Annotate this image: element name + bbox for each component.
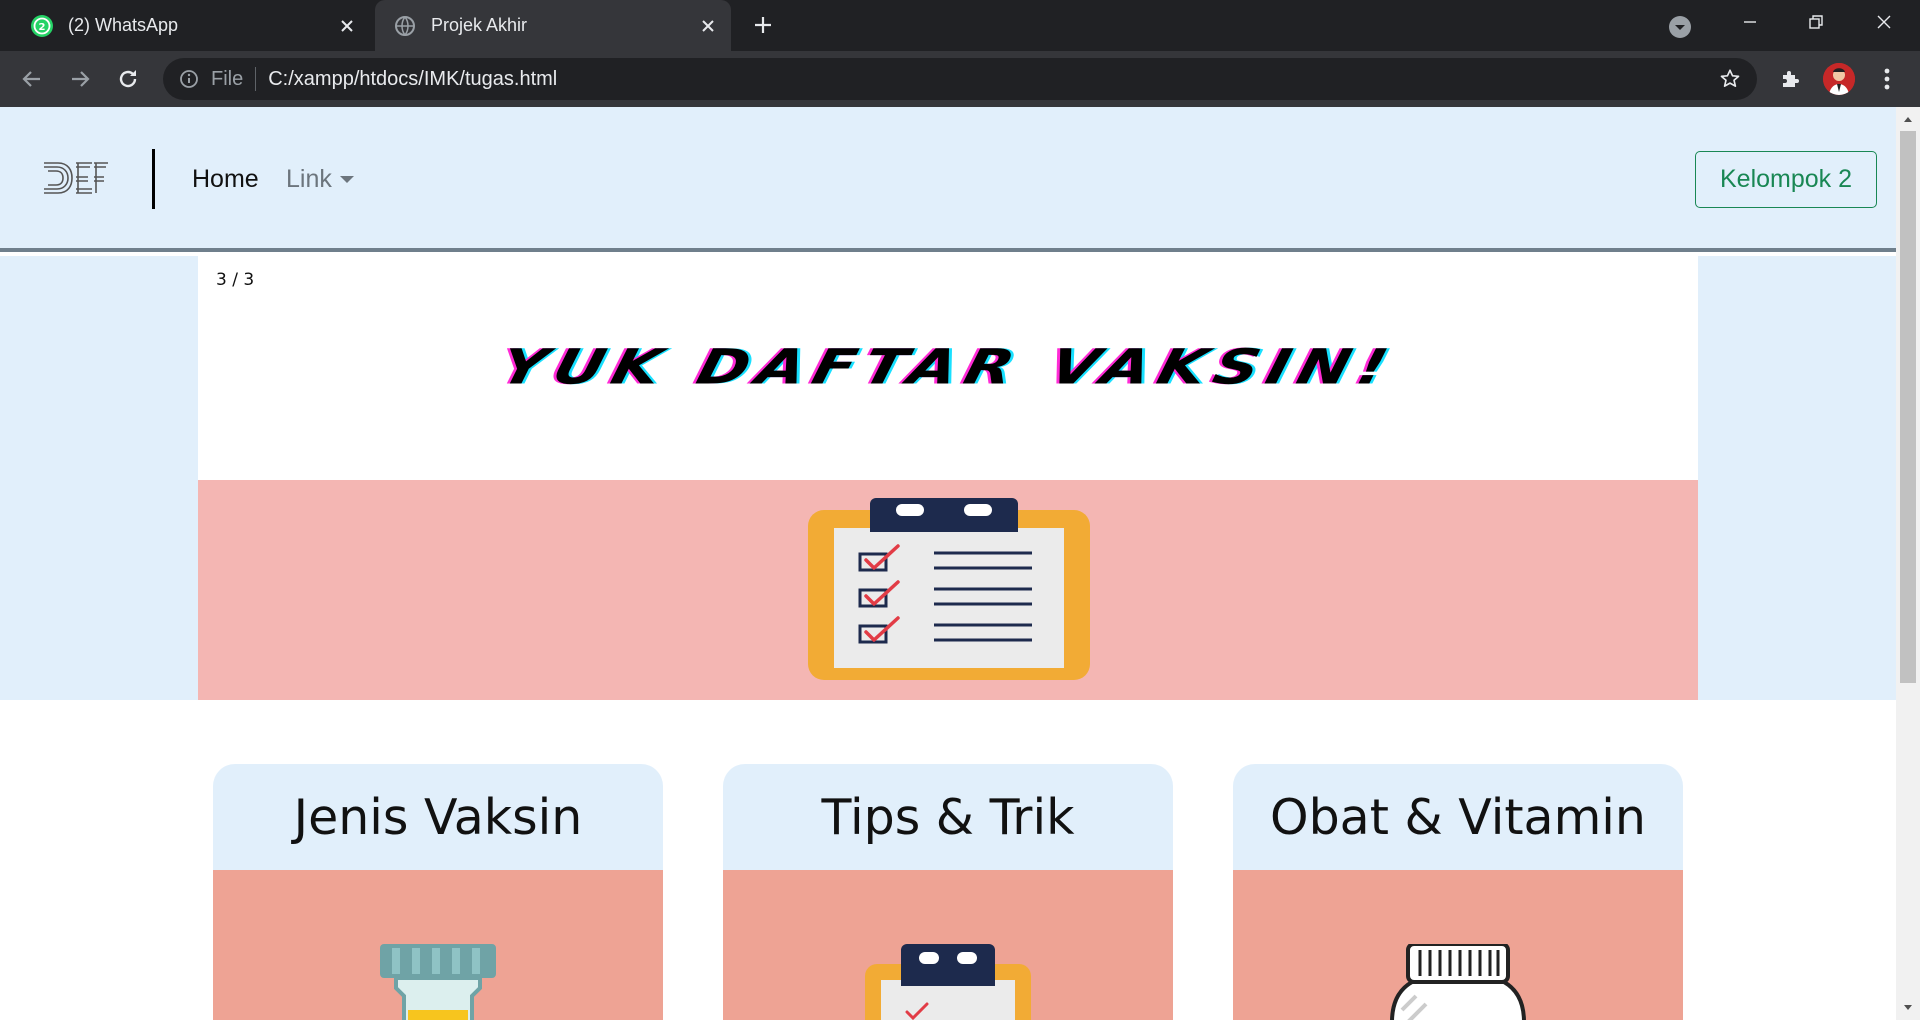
reload-button[interactable]: [110, 61, 146, 97]
new-tab-button[interactable]: [748, 10, 778, 40]
card-obat-vitamin[interactable]: Obat & Vitamin: [1233, 764, 1683, 1020]
nav-home-link[interactable]: Home: [192, 165, 259, 194]
tab-whatsapp[interactable]: 2 (2) WhatsApp: [12, 0, 370, 51]
arrow-right-icon: [72, 71, 90, 87]
card-tips-trik[interactable]: Tips & Trik: [723, 764, 1173, 1020]
reload-icon: [119, 70, 137, 88]
scroll-down-arrow-icon[interactable]: [1902, 1002, 1914, 1014]
card-title: Tips & Trik: [723, 764, 1173, 870]
brand-divider: [152, 149, 155, 209]
info-icon[interactable]: [177, 67, 201, 91]
slide-image-area: [198, 480, 1698, 700]
slide-counter: 3 / 3: [216, 270, 255, 290]
minimize-button[interactable]: [1718, 0, 1782, 44]
tab-title: (2) WhatsApp: [68, 15, 179, 35]
close-window-button[interactable]: [1852, 0, 1916, 44]
whatsapp-icon: 2: [30, 14, 54, 38]
profile-avatar[interactable]: [1823, 63, 1855, 95]
browser-tab-bar: 2 (2) WhatsApp Projek Akhir: [0, 0, 1920, 51]
scheme-label: File: [211, 67, 244, 90]
page-content: Home Link Kelompok 2 3 / 3 YUK DAFTAR VA…: [0, 107, 1896, 1020]
arrow-left-icon: [22, 71, 40, 87]
carousel-slide[interactable]: 3 / 3 YUK DAFTAR VAKSIN!: [198, 256, 1698, 700]
card-jenis-vaksin[interactable]: Jenis Vaksin: [213, 764, 663, 1020]
nav-link-dropdown[interactable]: Link: [286, 165, 354, 194]
card-title: Jenis Vaksin: [213, 764, 663, 870]
brand-logo[interactable]: [42, 157, 110, 199]
close-tab-icon[interactable]: [332, 11, 362, 41]
address-bar[interactable]: File C:/xampp/htdocs/IMK/tugas.html: [163, 58, 1757, 100]
globe-icon: [393, 14, 417, 38]
more-menu-icon[interactable]: [1872, 64, 1902, 94]
restore-button[interactable]: [1784, 0, 1848, 44]
omnibox-divider: [255, 67, 257, 91]
close-tab-icon[interactable]: [693, 11, 723, 41]
minimize-icon: [1744, 21, 1756, 23]
forward-button[interactable]: [62, 61, 98, 97]
tab-title: Projek Akhir: [431, 15, 528, 35]
bookmark-star-icon[interactable]: [1715, 64, 1745, 94]
back-button[interactable]: [14, 61, 50, 97]
whatsapp-badge: 2: [39, 22, 46, 33]
tab-search-button[interactable]: [1666, 13, 1694, 41]
nav-link-label: Link: [286, 165, 332, 193]
chevron-down-circle-icon: [1669, 16, 1691, 38]
clipboard-checklist-icon: [808, 498, 1090, 680]
vaccine-bottle-icon: [380, 944, 496, 1020]
page-viewport: Home Link Kelompok 2 3 / 3 YUK DAFTAR VA…: [0, 107, 1920, 1020]
restore-icon: [1809, 15, 1823, 29]
card-image-area: [723, 870, 1173, 1020]
card-image-area: [213, 870, 663, 1020]
card-title: Obat & Vitamin: [1233, 764, 1683, 870]
slide-headline: YUK DAFTAR VAKSIN!: [494, 338, 1402, 395]
close-icon: [1877, 15, 1891, 29]
pill-bottle-icon: [1390, 944, 1526, 1020]
caret-down-icon: [339, 176, 354, 183]
feature-cards: Jenis Vaksin Tips & Trik Obat & Vitamin: [0, 700, 1896, 1020]
site-navbar: Home Link Kelompok 2: [0, 107, 1896, 252]
scroll-up-arrow-icon[interactable]: [1902, 113, 1914, 125]
card-image-area: [1233, 870, 1683, 1020]
plus-icon: [755, 17, 771, 33]
url-text[interactable]: C:/xampp/htdocs/IMK/tugas.html: [268, 68, 1715, 91]
clipboard-icon: [865, 944, 1031, 1020]
scrollbar-thumb[interactable]: [1900, 131, 1916, 683]
tab-projek-akhir[interactable]: Projek Akhir: [375, 0, 731, 51]
extensions-puzzle-icon[interactable]: [1776, 64, 1806, 94]
vertical-scrollbar[interactable]: [1896, 107, 1920, 1020]
kelompok-button[interactable]: Kelompok 2: [1695, 151, 1877, 208]
